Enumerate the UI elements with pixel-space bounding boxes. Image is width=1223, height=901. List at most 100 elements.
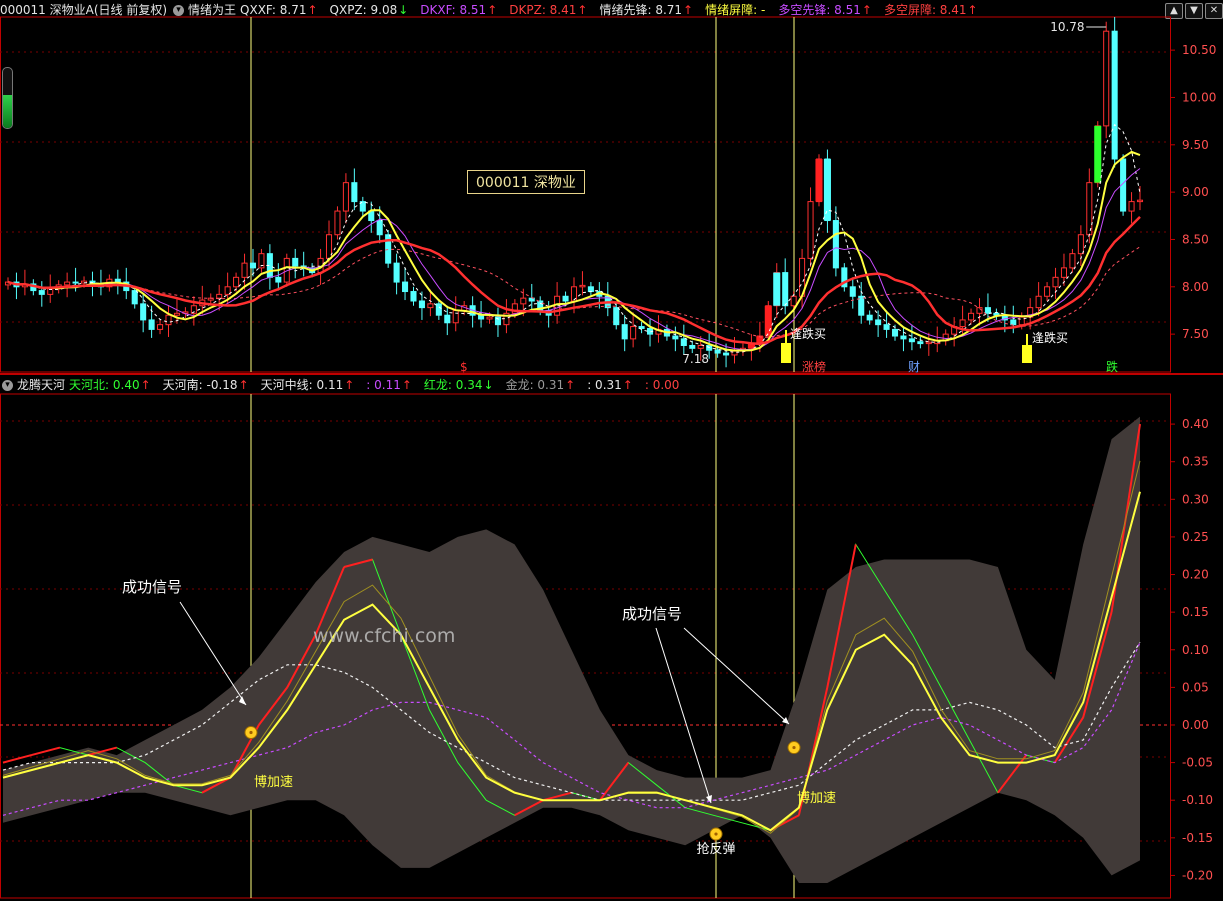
annotation-buy-1: 逢跌买 — [1032, 330, 1068, 345]
bottom-y-tick-label-8: 0.00 — [1182, 718, 1209, 732]
candle-body — [1111, 30, 1118, 160]
candle-body — [925, 341, 932, 345]
candle-body — [385, 234, 392, 264]
highlight-candle-5 — [823, 159, 831, 221]
signal-dot-center-2 — [792, 745, 796, 750]
candle-body — [520, 297, 527, 305]
candle-body — [275, 276, 282, 283]
bottom-y-tick-label-10: -0.10 — [1182, 793, 1213, 807]
candle-body — [402, 281, 409, 293]
candle-body — [140, 303, 147, 321]
candle-body — [672, 335, 679, 340]
top-y-tick-label-1: 8.00 — [1182, 280, 1209, 294]
candle-body — [241, 262, 248, 278]
chart-window: 000011 深物业A(日线 前复权) ▾ 情绪为王 QXXF: 8.71↑ QX… — [0, 0, 1223, 901]
candle-body — [114, 278, 121, 283]
candle-body — [689, 344, 696, 349]
bottom-y-tick-label-12: -0.20 — [1182, 868, 1213, 882]
watermark: www.cfchi.com — [313, 625, 455, 647]
callout-arrow-1b — [683, 627, 790, 725]
candle-body — [866, 314, 873, 321]
volume-meter-fill — [3, 95, 12, 128]
candle-body — [621, 324, 628, 340]
candle-body — [1128, 201, 1135, 212]
bottom-y-tick-label-9: -0.05 — [1182, 756, 1213, 770]
bottom-y-tick-label-4: 0.20 — [1182, 568, 1209, 582]
candle-body — [38, 290, 45, 295]
candle-body — [173, 312, 180, 316]
oscillator-band — [3, 416, 1140, 883]
bottom-y-tick-label-11: -0.15 — [1182, 831, 1213, 845]
candle-body — [334, 210, 341, 236]
candle-body — [233, 276, 240, 288]
high-price-label: 10.78 — [1050, 20, 1084, 34]
candle-body — [680, 338, 687, 346]
top-y-tick-label-0: 7.50 — [1182, 327, 1209, 341]
candle-body — [849, 286, 856, 297]
low-price-label: 7.18 — [682, 352, 709, 366]
candle-body — [790, 295, 797, 307]
signal-label-1: 抢反弹 — [696, 841, 735, 857]
candle-body — [1077, 234, 1084, 255]
candle-body — [292, 257, 299, 267]
candle-body — [72, 281, 79, 284]
top-panel-frame — [0, 16, 1171, 373]
chart-canvas[interactable]: 7.50 8.00 8.50 9.00 9.50 10.00 10.50 0.40 0.35 0.… — [0, 0, 1223, 901]
candle-body — [900, 335, 907, 340]
bottom-y-tick-label-0: 0.40 — [1182, 417, 1209, 431]
candle-body — [1136, 199, 1144, 203]
candle-body — [883, 324, 890, 330]
candle-body — [613, 307, 620, 326]
candle-body — [875, 319, 882, 326]
highlight-candle-6 — [1094, 125, 1102, 183]
top-y-tick-label-6: 10.50 — [1182, 43, 1216, 57]
signal-label-0: 博加速 — [254, 775, 293, 790]
candle-body — [807, 201, 814, 259]
bottom-y-tick-label-6: 0.10 — [1182, 643, 1209, 657]
candle-body — [723, 352, 730, 356]
candle-body — [131, 290, 138, 305]
candle-body — [216, 293, 223, 299]
candle-body — [1103, 30, 1110, 127]
top-y-tick-label-5: 10.00 — [1182, 90, 1216, 104]
bottom-y-tick-label-7: 0.05 — [1182, 680, 1209, 694]
candle-body — [714, 349, 721, 354]
candle-body — [782, 272, 789, 307]
candle-body — [249, 262, 257, 269]
line-多空先锋 — [7, 168, 1141, 351]
candle-body — [1086, 182, 1093, 236]
candle-body — [486, 316, 493, 320]
candle-body — [1035, 295, 1042, 309]
callout-success-1: 成功信号 — [622, 605, 682, 623]
signal-dot-center-1 — [714, 832, 718, 836]
candle-body — [697, 344, 704, 349]
candle-body — [1060, 267, 1068, 278]
candle-body — [148, 319, 155, 330]
candle-body — [452, 309, 459, 324]
top-y-tick-label-2: 8.50 — [1182, 232, 1209, 246]
candle-body — [444, 314, 451, 324]
top-y-tick-label-3: 9.00 — [1182, 185, 1209, 199]
bottom-y-tick-label-5: 0.15 — [1182, 605, 1209, 619]
bottom-y-tick-label-3: 0.25 — [1182, 530, 1209, 544]
line-红龙-rise — [2, 754, 32, 764]
highlight-candle-3 — [773, 272, 781, 306]
buy-marker-bar-0 — [781, 343, 791, 363]
highlight-candle-2 — [764, 305, 772, 337]
candle-body — [630, 326, 637, 340]
bottom-mark-2: 财 — [908, 360, 920, 374]
highlight-candle-4 — [815, 159, 823, 202]
candle-body — [959, 319, 966, 328]
candle-body — [418, 300, 425, 309]
candle-body — [410, 291, 417, 302]
candle-body — [1044, 286, 1051, 297]
bottom-mark-0: $ — [460, 360, 468, 374]
buy-marker-bar-1 — [1022, 345, 1032, 363]
stock-tag: 000011 深物业 — [467, 170, 585, 194]
candle-body — [157, 324, 164, 330]
candle-body — [984, 307, 991, 314]
candle-body — [435, 303, 442, 316]
bottom-y-tick-label-1: 0.35 — [1182, 455, 1209, 469]
signal-dot-center-0 — [249, 730, 253, 735]
candle-body — [165, 314, 172, 326]
